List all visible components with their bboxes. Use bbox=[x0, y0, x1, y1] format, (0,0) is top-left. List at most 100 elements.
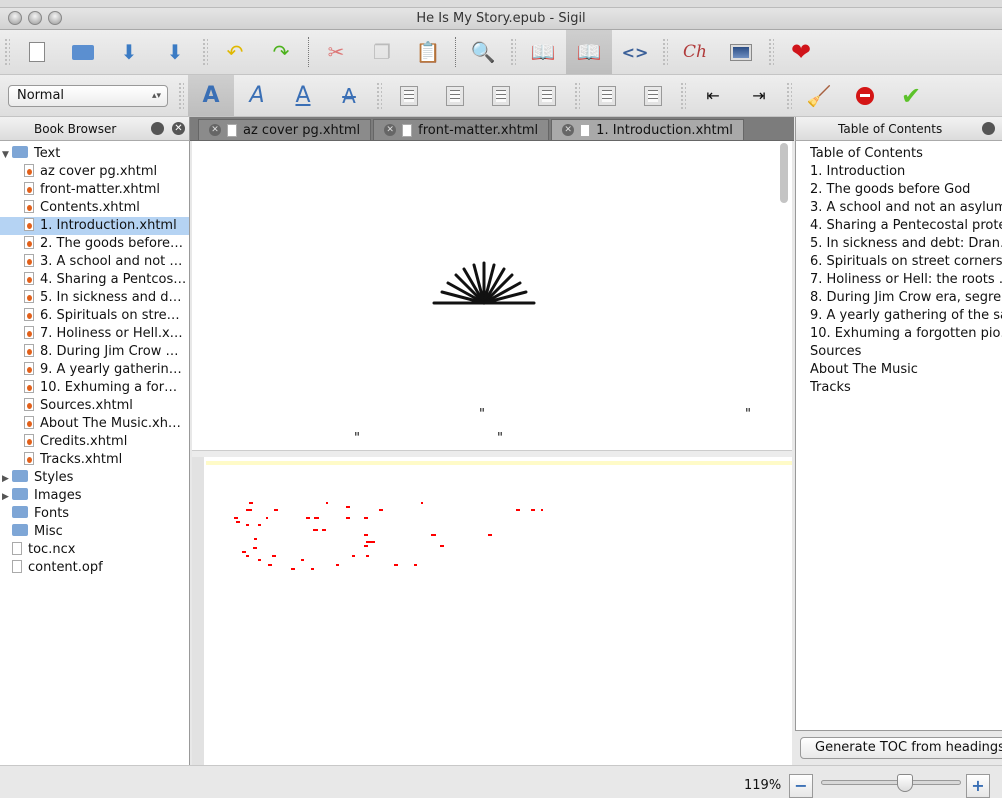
tab-az-cover[interactable]: ✕ az cover pg.xhtml bbox=[198, 119, 372, 140]
close-tab-icon[interactable]: ✕ bbox=[384, 124, 397, 136]
toc-item[interactable]: 9. A yearly gathering of the sa… bbox=[810, 307, 1002, 325]
copy-icon[interactable]: ❐ bbox=[359, 30, 405, 74]
code-fragment bbox=[234, 517, 238, 519]
file-item[interactable]: 7. Holiness or Hell.x… bbox=[0, 325, 189, 343]
numbered-list-icon[interactable] bbox=[630, 75, 676, 116]
bullet-list-icon[interactable] bbox=[584, 75, 630, 116]
file-item[interactable]: 6. Spirituals on stre… bbox=[0, 307, 189, 325]
zoom-slider-thumb[interactable] bbox=[897, 774, 913, 792]
strikethrough-icon[interactable]: A bbox=[326, 75, 372, 116]
file-item[interactable]: front-matter.xhtml bbox=[0, 181, 189, 199]
xhtml-file-icon bbox=[24, 308, 34, 321]
clean-icon[interactable]: 🧹 bbox=[796, 75, 842, 116]
collapsed-triangle-icon[interactable]: ▶ bbox=[2, 488, 12, 505]
toc-item[interactable]: Tracks bbox=[810, 379, 1002, 397]
decrease-indent-icon[interactable]: ⇤ bbox=[690, 75, 736, 116]
align-center-icon[interactable] bbox=[432, 75, 478, 116]
toc-item[interactable]: Table of Contents bbox=[810, 145, 1002, 163]
toc-item[interactable]: 6. Spirituals on street corners,… bbox=[810, 253, 1002, 271]
toc-item[interactable]: 5. In sickness and debt: Dran… bbox=[810, 235, 1002, 253]
book-view-icon[interactable]: 📖 bbox=[520, 30, 566, 74]
increase-indent-icon[interactable]: ⇥ bbox=[736, 75, 782, 116]
file-item[interactable]: Credits.xhtml bbox=[0, 433, 189, 451]
underline-icon[interactable]: A bbox=[280, 75, 326, 116]
file-item[interactable]: toc.ncx bbox=[0, 541, 189, 559]
folder-icon bbox=[12, 524, 28, 536]
file-item[interactable]: 1. Introduction.xhtml bbox=[0, 217, 189, 235]
tab-introduction[interactable]: ✕ 1. Introduction.xhtml bbox=[551, 119, 744, 140]
save-as-icon[interactable]: ⬇ bbox=[152, 30, 198, 74]
updown-arrows-icon: ▴▾ bbox=[151, 90, 161, 101]
paste-icon[interactable]: 📋 bbox=[405, 30, 451, 74]
toc-item[interactable]: 10. Exhuming a forgotten pio… bbox=[810, 325, 1002, 343]
align-left-icon[interactable] bbox=[386, 75, 432, 116]
file-item[interactable]: About The Music.xh… bbox=[0, 415, 189, 433]
remove-formatting-icon[interactable] bbox=[842, 75, 888, 116]
close-tab-icon[interactable]: ✕ bbox=[209, 124, 221, 136]
generate-toc-button[interactable]: Generate TOC from headings bbox=[800, 737, 1002, 759]
toc-item[interactable]: 2. The goods before God bbox=[810, 181, 1002, 199]
collapsed-triangle-icon[interactable]: ▶ bbox=[2, 470, 12, 487]
find-replace-icon[interactable]: 🔍 bbox=[460, 30, 506, 74]
toc-item[interactable]: 8. During Jim Crow era, segre… bbox=[810, 289, 1002, 307]
folder-item[interactable]: Fonts bbox=[0, 505, 189, 523]
align-right-icon[interactable] bbox=[478, 75, 524, 116]
preview-scrollbar[interactable] bbox=[780, 143, 788, 203]
toc-item[interactable]: Sources bbox=[810, 343, 1002, 361]
toc-item[interactable]: 3. A school and not an asylum bbox=[810, 199, 1002, 217]
folder-item[interactable]: Misc bbox=[0, 523, 189, 541]
book-preview[interactable]: " " " " bbox=[192, 141, 792, 450]
close-panel-icon[interactable]: ✕ bbox=[172, 122, 185, 135]
expanded-triangle-icon[interactable]: ▼ bbox=[2, 146, 12, 163]
file-item[interactable]: content.opf bbox=[0, 559, 189, 577]
close-tab-icon[interactable]: ✕ bbox=[562, 124, 575, 136]
toc-item[interactable]: 7. Holiness or Hell: the roots … bbox=[810, 271, 1002, 289]
donate-heart-icon[interactable]: ❤ bbox=[778, 30, 824, 74]
book-browser-header: Book Browser ✕ bbox=[0, 117, 190, 141]
code-fragment bbox=[322, 529, 326, 531]
file-item[interactable]: 10. Exhuming a for… bbox=[0, 379, 189, 397]
folder-text[interactable]: ▼ Text bbox=[0, 145, 189, 163]
file-item[interactable]: 9. A yearly gatherin… bbox=[0, 361, 189, 379]
file-item[interactable]: 8. During Jim Crow … bbox=[0, 343, 189, 361]
code-fragment bbox=[364, 517, 368, 519]
code-editor[interactable] bbox=[192, 457, 792, 765]
cut-icon[interactable]: ✂ bbox=[313, 30, 359, 74]
folder-item[interactable]: ▶ Images bbox=[0, 487, 189, 505]
toc-item[interactable]: About The Music bbox=[810, 361, 1002, 379]
file-item[interactable]: az cover pg.xhtml bbox=[0, 163, 189, 181]
bold-icon[interactable]: A bbox=[188, 75, 234, 116]
zoom-out-button[interactable]: − bbox=[789, 774, 813, 798]
file-item[interactable]: 3. A school and not … bbox=[0, 253, 189, 271]
file-item[interactable]: Tracks.xhtml bbox=[0, 451, 189, 469]
float-panel-icon[interactable] bbox=[982, 122, 995, 135]
folder-icon bbox=[12, 488, 28, 500]
toc-item[interactable]: 1. Introduction bbox=[810, 163, 1002, 181]
code-view-icon[interactable]: <> bbox=[612, 30, 658, 74]
file-item[interactable]: 5. In sickness and d… bbox=[0, 289, 189, 307]
float-panel-icon[interactable] bbox=[151, 122, 164, 135]
file-item[interactable]: 2. The goods before… bbox=[0, 235, 189, 253]
tab-front-matter[interactable]: ✕ front-matter.xhtml bbox=[373, 119, 550, 140]
split-view-icon[interactable]: 📖 bbox=[566, 30, 612, 74]
save-icon[interactable]: ⬇ bbox=[106, 30, 152, 74]
zoom-level: 119% bbox=[744, 778, 782, 793]
toc-item[interactable]: 4. Sharing a Pentecostal prote… bbox=[810, 217, 1002, 235]
validate-icon[interactable]: ✔ bbox=[888, 75, 934, 116]
open-icon[interactable] bbox=[60, 30, 106, 74]
zoom-in-button[interactable]: + bbox=[966, 774, 990, 798]
file-item[interactable]: 4. Sharing a Pentcos… bbox=[0, 271, 189, 289]
heading-style-select[interactable]: Normal ▴▾ bbox=[8, 84, 168, 107]
redo-icon[interactable]: ↷ bbox=[258, 30, 304, 74]
special-chars-icon[interactable]: Ch bbox=[672, 30, 718, 74]
undo-icon[interactable]: ↶ bbox=[212, 30, 258, 74]
zoom-slider[interactable] bbox=[821, 780, 961, 785]
file-item[interactable]: Sources.xhtml bbox=[0, 397, 189, 415]
justify-icon[interactable] bbox=[524, 75, 570, 116]
file-item[interactable]: Contents.xhtml bbox=[0, 199, 189, 217]
split-handle[interactable] bbox=[192, 450, 792, 457]
new-file-icon[interactable] bbox=[14, 30, 60, 74]
insert-image-icon[interactable] bbox=[718, 30, 764, 74]
italic-icon[interactable]: A bbox=[234, 75, 280, 116]
folder-item[interactable]: ▶ Styles bbox=[0, 469, 189, 487]
